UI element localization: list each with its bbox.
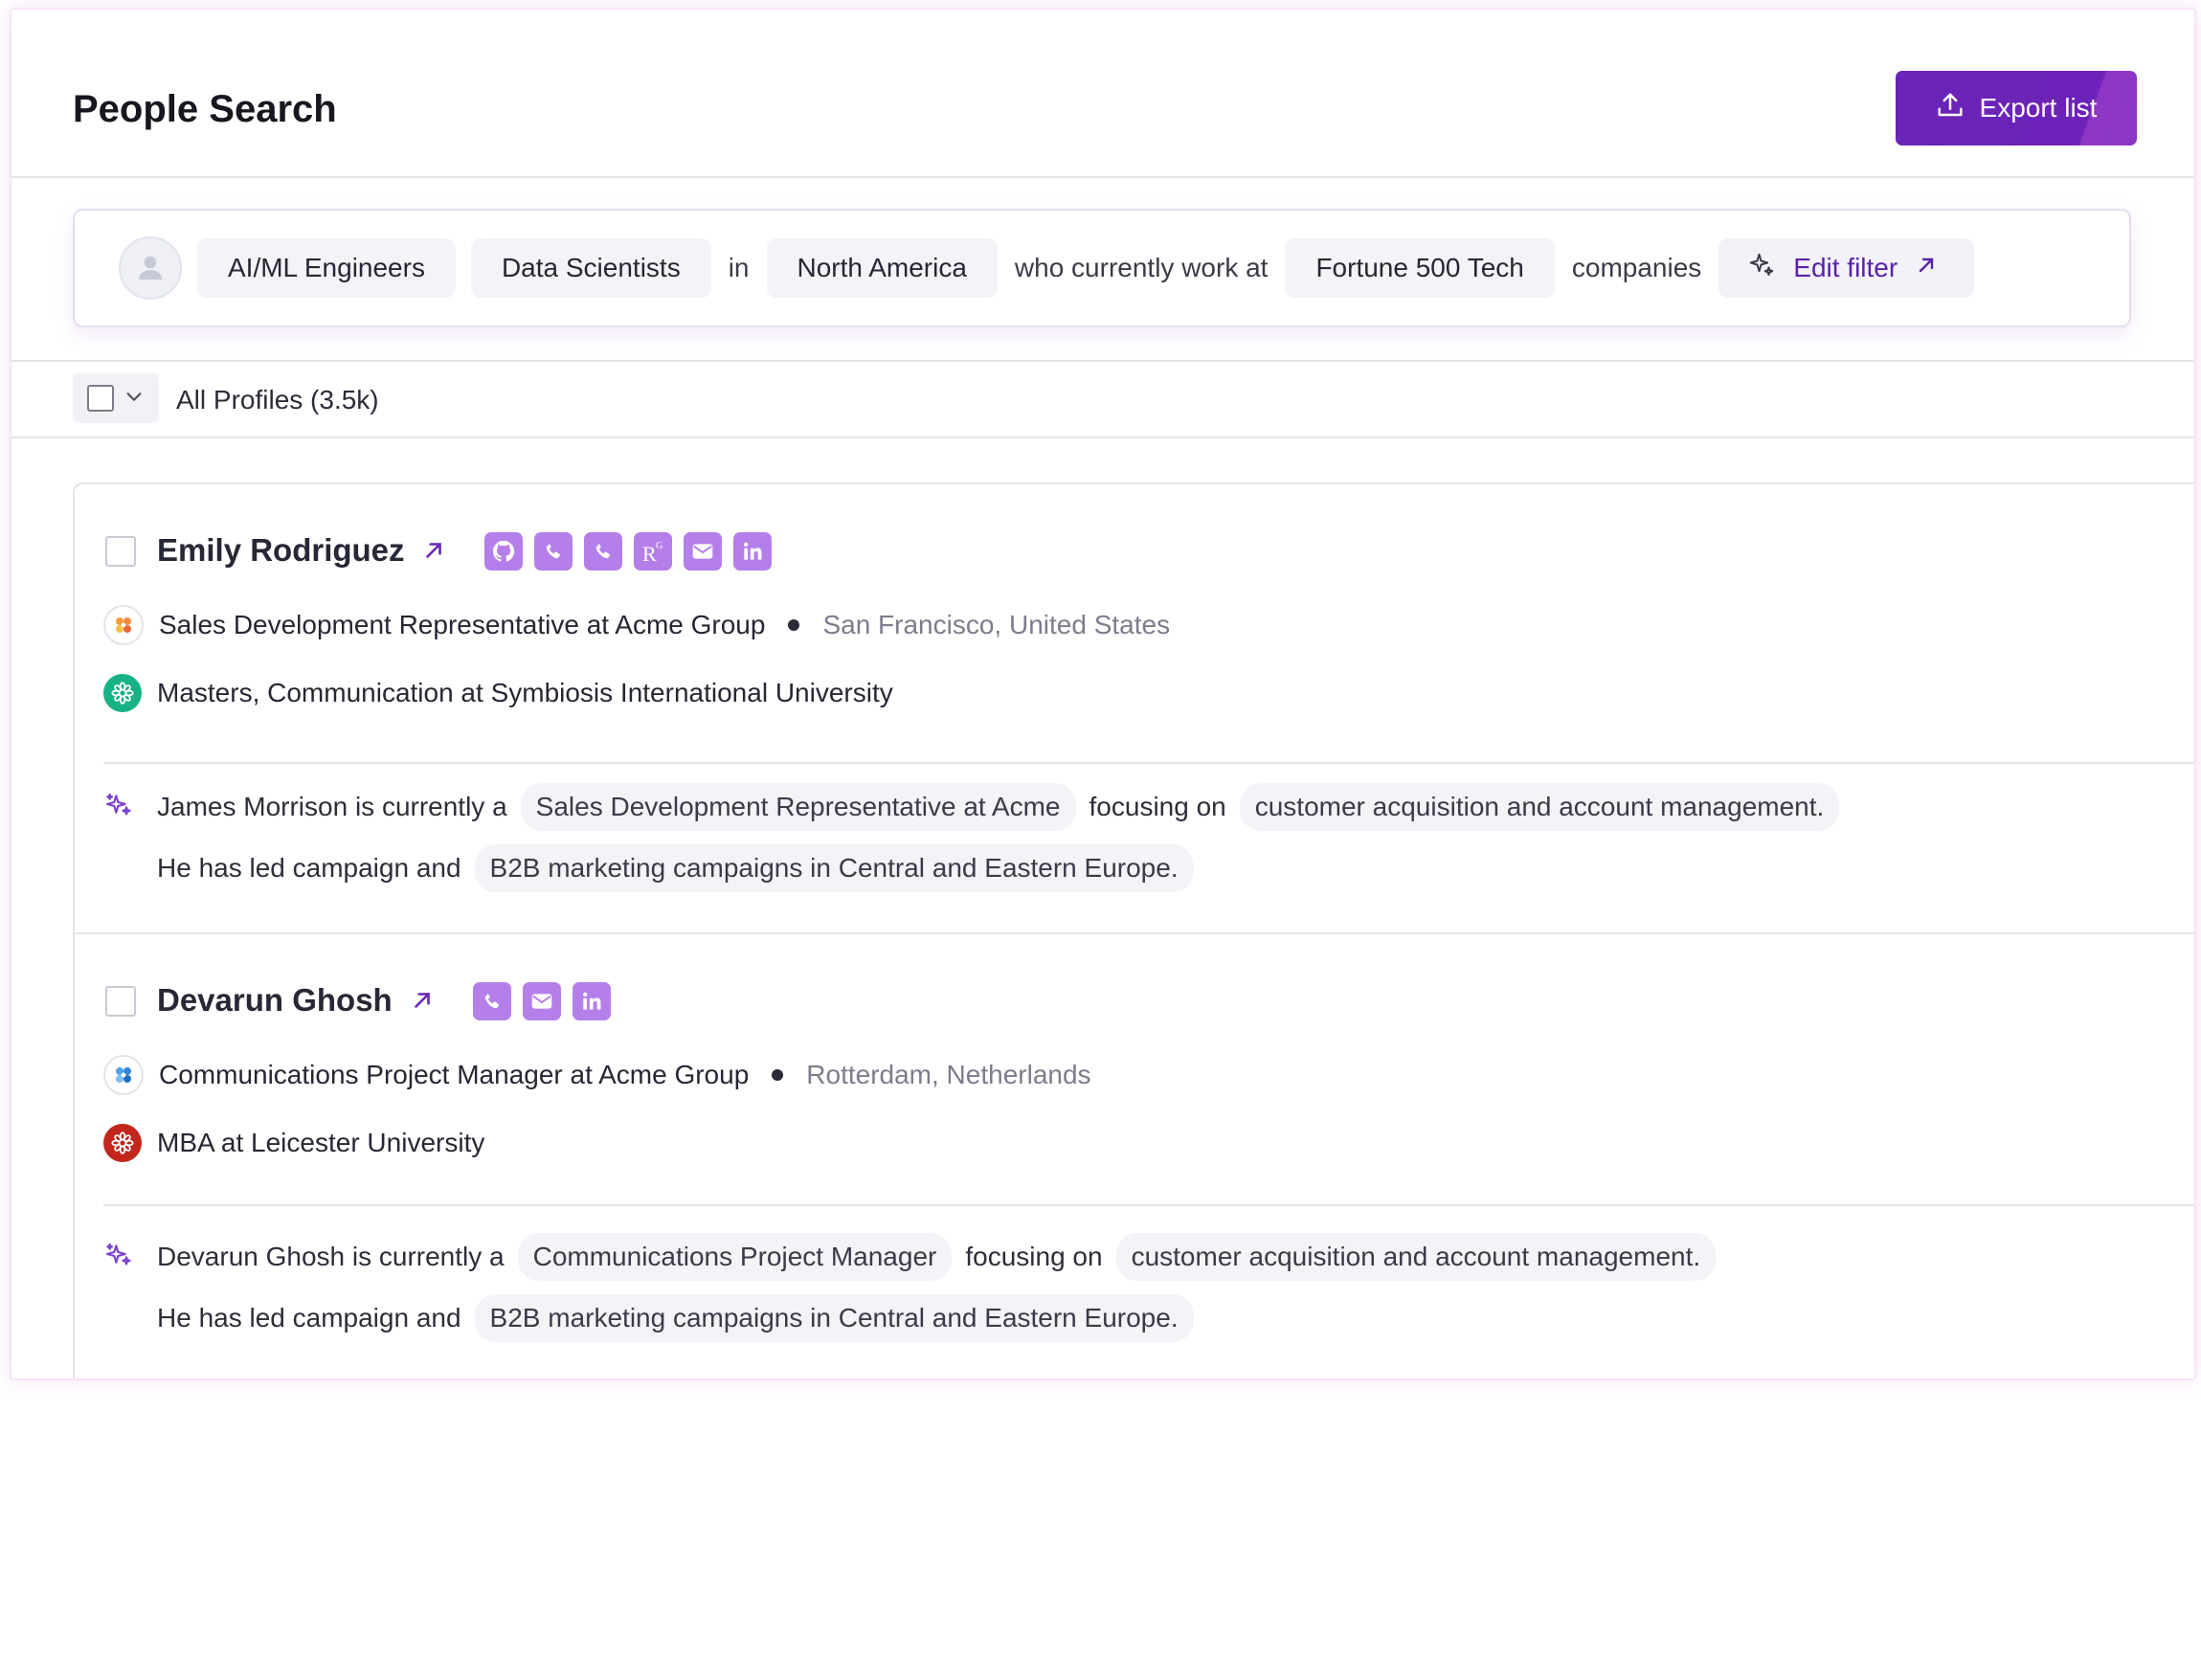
results-list: Emily Rodriguez R G Sales Development Re… xyxy=(73,482,2194,1378)
summary-focus-word: focusing on xyxy=(965,1242,1103,1271)
summary-led: He has led campaign and xyxy=(157,853,461,883)
svg-text:G: G xyxy=(656,541,663,551)
card-divider xyxy=(103,762,2194,764)
ai-summary-line-1: James Morrison is currently a Sales Deve… xyxy=(157,783,1853,831)
profiles-count: All Profiles (3.5k) xyxy=(176,385,379,414)
user-avatar-icon xyxy=(119,236,182,300)
svg-text:R: R xyxy=(642,542,657,566)
results-toolbar: All Profiles (3.5k) xyxy=(11,360,2194,438)
open-profile-icon[interactable] xyxy=(421,538,446,568)
company-logo-icon xyxy=(103,1055,144,1095)
university-logo-icon xyxy=(103,1124,142,1162)
summary-led-tag: B2B marketing campaigns in Central and E… xyxy=(474,844,1194,892)
filter-connector-work-at: who currently work at xyxy=(1014,253,1269,282)
ai-summary-line-1: Devarun Ghosh is currently a Communicati… xyxy=(157,1233,1729,1281)
contact-icons: R G xyxy=(484,532,772,571)
profile-card: Devarun Ghosh Communications Project Man… xyxy=(75,932,2194,1378)
edit-filter-button[interactable]: Edit filter xyxy=(1718,238,1975,298)
ai-summary-line-2: He has led campaign and B2B marketing ca… xyxy=(157,1294,1207,1342)
email-icon[interactable] xyxy=(523,982,561,1020)
github-icon[interactable] xyxy=(484,532,523,571)
email-icon[interactable] xyxy=(684,532,722,571)
ai-summary-sparkle-icon xyxy=(103,1241,134,1276)
filter-chip-role-1[interactable]: AI/ML Engineers xyxy=(197,238,456,298)
filter-chip-role-2[interactable]: Data Scientists xyxy=(470,238,711,298)
current-role: Sales Development Representative at Acme… xyxy=(159,610,766,639)
people-search-panel: People Search Export list AI/ML Engineer… xyxy=(10,8,2196,1380)
linkedin-icon[interactable] xyxy=(733,532,772,571)
education-line: Masters, Communication at Symbiosis Inte… xyxy=(103,674,893,712)
open-profile-icon[interactable] xyxy=(410,988,435,1018)
university-logo-icon xyxy=(103,674,142,712)
profile-card: Emily Rodriguez R G Sales Development Re… xyxy=(75,484,2194,932)
search-filter-bar: AI/ML Engineers Data Scientists in North… xyxy=(73,209,2131,327)
location: San Francisco, United States xyxy=(822,610,1171,639)
summary-intro: Devarun Ghosh is currently a xyxy=(157,1242,505,1271)
profile-name[interactable]: Devarun Ghosh xyxy=(157,982,393,1019)
summary-role-tag: Sales Development Representative at Acme xyxy=(520,783,1076,831)
current-role-line: Sales Development Representative at Acme… xyxy=(103,605,1170,645)
education-line: MBA at Leicester University xyxy=(103,1124,484,1162)
ai-summary-line-2: He has led campaign and B2B marketing ca… xyxy=(157,844,1207,892)
profile-checkbox[interactable] xyxy=(105,986,136,1017)
profile-name[interactable]: Emily Rodriguez xyxy=(157,532,405,569)
card-divider xyxy=(103,1204,2194,1206)
linkedin-icon[interactable] xyxy=(573,982,611,1020)
phone-icon[interactable] xyxy=(584,532,622,571)
location: Rotterdam, Netherlands xyxy=(806,1060,1091,1089)
company-logo-icon xyxy=(103,605,144,645)
separator-dot xyxy=(772,1069,784,1081)
education: MBA at Leicester University xyxy=(157,1128,485,1157)
export-list-label: Export list xyxy=(1979,93,2098,123)
phone-icon[interactable] xyxy=(534,532,573,571)
chevron-down-icon xyxy=(124,386,145,412)
summary-focus-word: focusing on xyxy=(1089,792,1226,821)
researchgate-icon[interactable]: R G xyxy=(634,532,672,571)
current-role: Communications Project Manager at Acme G… xyxy=(159,1060,750,1089)
upload-icon xyxy=(1936,91,1965,126)
summary-role-tag: Communications Project Manager xyxy=(517,1233,953,1281)
sparkle-icon xyxy=(1747,251,1776,286)
summary-led: He has led campaign and xyxy=(157,1303,461,1333)
summary-focus-tag: customer acquisition and account managem… xyxy=(1115,1233,1717,1281)
ai-summary-sparkle-icon xyxy=(103,791,134,826)
filter-chip-company[interactable]: Fortune 500 Tech xyxy=(1285,238,1555,298)
current-role-line: Communications Project Manager at Acme G… xyxy=(103,1055,1091,1095)
filter-chip-region[interactable]: North America xyxy=(766,238,998,298)
edit-filter-label: Edit filter xyxy=(1793,253,1898,282)
page-header: People Search Export list xyxy=(11,10,2194,178)
summary-focus-tag: customer acquisition and account managem… xyxy=(1239,783,1840,831)
page-title: People Search xyxy=(73,88,337,130)
separator-dot xyxy=(788,619,800,631)
select-all-dropdown[interactable] xyxy=(73,373,159,423)
select-all-checkbox[interactable] xyxy=(87,385,114,412)
phone-icon[interactable] xyxy=(473,982,511,1020)
arrow-up-right-icon xyxy=(1915,253,1938,283)
education: Masters, Communication at Symbiosis Inte… xyxy=(157,678,893,707)
summary-led-tag: B2B marketing campaigns in Central and E… xyxy=(474,1294,1194,1342)
filter-connector-in: in xyxy=(728,253,750,282)
contact-icons xyxy=(473,982,611,1020)
export-list-button[interactable]: Export list xyxy=(1896,71,2137,146)
summary-intro: James Morrison is currently a xyxy=(157,792,507,821)
profile-checkbox[interactable] xyxy=(105,536,136,567)
filter-connector-companies: companies xyxy=(1571,253,1702,282)
